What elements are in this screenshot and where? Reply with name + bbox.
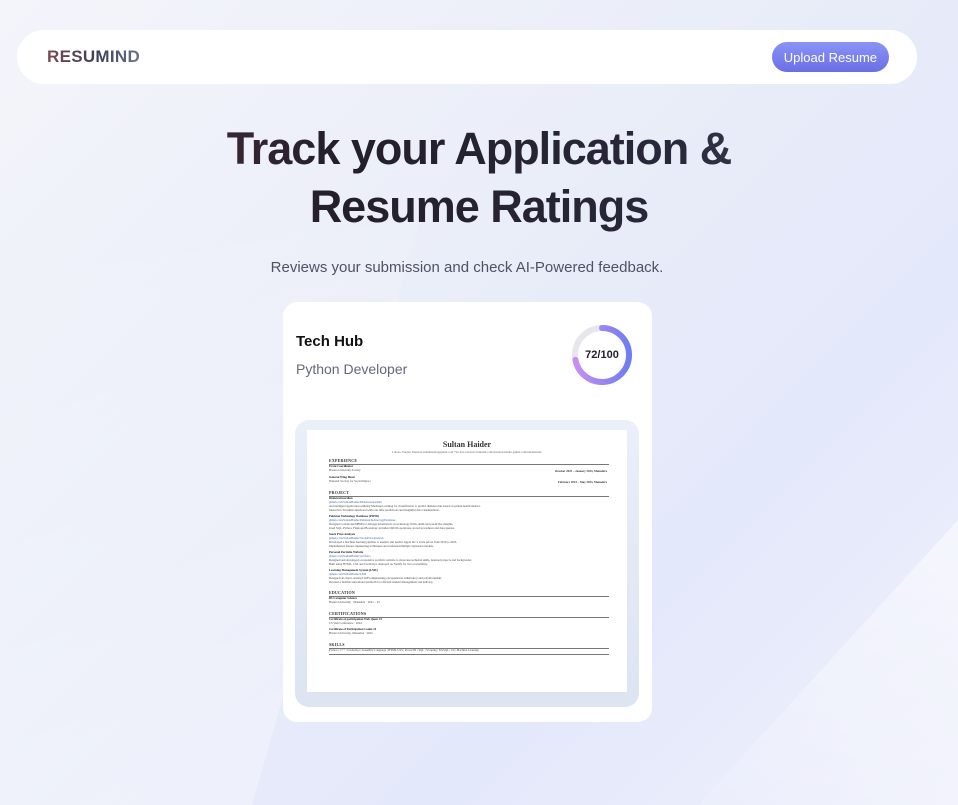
resume-school: Hazara University · Mansehra · 2021 – 25 [329,600,380,604]
resume-section-skills: SKILLS [329,642,345,647]
company-name: Tech Hub [296,333,364,350]
resume-exp-org: National Society for Social Impact [329,479,371,483]
divider [329,596,609,597]
page-title: Track your Application & Resume Ratings [0,120,958,236]
navbar: RESUMIND Upload Resume [17,30,917,84]
page-subtitle: Reviews your submission and check AI-Pow… [270,259,664,276]
resume-section-certifications: CERTIFICATIONS [329,611,367,616]
resume-project-desc: Interactive Streamlit dashboard with rea… [329,508,440,512]
resume-card[interactable]: Tech Hub Python Developer 72/100 Sultan … [283,302,652,722]
upload-resume-button[interactable]: Upload Resume [771,42,889,72]
job-title: Python Developer [296,361,408,377]
resume-project-desc: Devised a flexible educational platform … [329,580,434,584]
resume-section-project: PROJECT [329,490,350,495]
resume-exp-dates: October 2023 – January 2024, Mansehra [554,469,607,473]
resume-project-desc: Implemented feature engineering techniqu… [329,544,434,548]
resume-name: Sultan Haider [442,440,492,449]
divider [329,496,609,497]
resume-exp-org: Hazara University Society [329,468,361,472]
resume-project-desc: Built using HTML, CSS and JavaScript, de… [329,562,428,566]
resume-section-education: EDUCATION [329,590,355,595]
resume-document: Sultan Haider Lahore, Punjab, Pakistan s… [307,430,627,692]
resume-skills: Python | C++ | JavaScript | Assembly Lan… [329,648,479,652]
title-line-1: Track your Application & [0,120,958,178]
resume-section-experience: EXPERIENCE [329,458,358,463]
resume-cert-org: Hazara University, Mansehra · 2024 [329,631,373,635]
divider [329,654,609,655]
divider [329,464,609,465]
resume-contact: Lahore, Punjab, Pakistan sultanhaider@gm… [392,450,542,454]
score-value: 72/100 [585,349,619,361]
title-line-2: Resume Ratings [0,178,958,236]
logo[interactable]: RESUMIND [47,47,140,67]
resume-project-desc: Used SQL, Python, Flask and Bootstrap; i… [329,526,455,530]
resume-exp-dates: February 2023 – May 2023, Mansehra [558,480,607,484]
resume-preview[interactable]: Sultan Haider Lahore, Punjab, Pakistan s… [295,420,639,707]
resume-cert-org: CS Web Conference · 2024 [329,621,362,625]
background-shape [698,520,958,805]
